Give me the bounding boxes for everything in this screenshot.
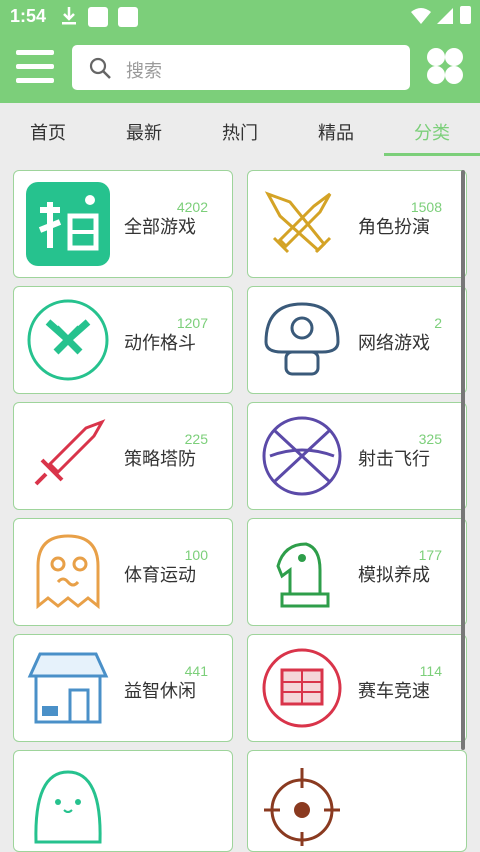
ghost-icon xyxy=(36,534,100,610)
sword-icon xyxy=(34,419,106,486)
category-card-simulation[interactable]: 模拟养成 177 xyxy=(247,518,467,626)
search-input[interactable]: 搜索 xyxy=(72,45,410,90)
signal-icon xyxy=(437,8,453,24)
notification-icon xyxy=(118,7,138,27)
category-card-blob[interactable] xyxy=(13,750,233,852)
tab-bar: 首页 最新 热门 精品 分类 xyxy=(0,103,480,158)
basketball-icon xyxy=(262,416,342,496)
active-tab-indicator xyxy=(384,153,480,156)
category-card-racing[interactable]: 赛车竞速 114 xyxy=(247,634,467,742)
category-card-rpg[interactable]: 角色扮演 1508 xyxy=(247,170,467,278)
category-label: 动作格斗 xyxy=(124,333,196,353)
category-card-casual[interactable]: 益智休闲 441 xyxy=(13,634,233,742)
all-games-icon xyxy=(26,182,110,266)
category-card-online[interactable]: 网络游戏 2 xyxy=(247,286,467,394)
category-count: 114 xyxy=(419,663,442,679)
mushroom-icon xyxy=(264,302,340,376)
notification-icon xyxy=(88,7,108,27)
category-count: 177 xyxy=(418,547,442,563)
category-label: 射击飞行 xyxy=(358,449,430,469)
category-card-action[interactable]: 动作格斗 1207 xyxy=(13,286,233,394)
category-count: 441 xyxy=(184,663,208,679)
search-icon xyxy=(89,57,111,79)
category-label: 策略塔防 xyxy=(124,449,196,469)
category-label: 赛车竞速 xyxy=(358,681,430,701)
category-count: 225 xyxy=(184,431,208,447)
category-label: 网络游戏 xyxy=(358,333,430,353)
category-card-target[interactable] xyxy=(247,750,467,852)
tab-featured[interactable]: 精品 xyxy=(318,119,354,145)
category-count: 325 xyxy=(418,431,442,447)
search-placeholder: 搜索 xyxy=(126,61,162,81)
category-count: 1508 xyxy=(410,199,442,215)
app-header: 1:54 搜索 xyxy=(0,0,480,103)
clover-menu-icon[interactable] xyxy=(425,46,465,86)
category-card-strategy[interactable]: 策略塔防 225 xyxy=(13,402,233,510)
category-count: 1207 xyxy=(176,315,208,331)
category-label: 模拟养成 xyxy=(358,565,430,585)
tab-home[interactable]: 首页 xyxy=(30,119,66,145)
status-bar: 1:54 xyxy=(0,0,480,32)
shop-icon xyxy=(27,652,109,724)
category-count: 2 xyxy=(434,315,442,331)
menu-button[interactable] xyxy=(16,50,54,84)
tab-hot[interactable]: 热门 xyxy=(222,119,258,145)
download-icon xyxy=(62,7,76,25)
target-icon xyxy=(264,768,340,846)
tab-latest[interactable]: 最新 xyxy=(126,119,162,145)
crossed-swords-icon xyxy=(264,191,332,254)
category-label: 益智休闲 xyxy=(124,681,196,701)
category-label: 体育运动 xyxy=(124,565,196,585)
action-swords-icon xyxy=(27,299,109,381)
blob-face-icon xyxy=(34,770,102,844)
category-card-sports[interactable]: 体育运动 100 xyxy=(13,518,233,626)
castle-icon xyxy=(262,648,342,728)
category-label: 全部游戏 xyxy=(124,217,196,237)
chess-knight-icon xyxy=(276,542,330,608)
category-count: 100 xyxy=(184,547,208,563)
category-count: 4202 xyxy=(176,199,208,215)
category-card-shooter[interactable]: 射击飞行 325 xyxy=(247,402,467,510)
status-time: 1:54 xyxy=(10,6,47,26)
scrollbar[interactable] xyxy=(461,170,465,750)
tab-categories[interactable]: 分类 xyxy=(414,119,450,145)
wifi-icon xyxy=(411,8,431,24)
battery-icon xyxy=(460,6,471,24)
category-label: 角色扮演 xyxy=(358,217,430,237)
category-card-all[interactable]: 全部游戏 4202 xyxy=(13,170,233,278)
